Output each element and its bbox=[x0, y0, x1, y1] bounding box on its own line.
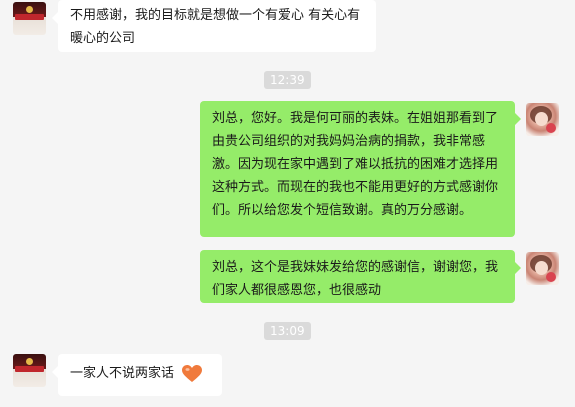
message-bubble-sent[interactable]: 刘总，您好。我是何可丽的表妹。在姐姐那看到了由贵公司组织的对我妈妈治病的捐款，我… bbox=[200, 101, 521, 237]
user-avatar[interactable] bbox=[526, 252, 559, 285]
message-bubble-sent[interactable]: 刘总，这个是我妹妹发给您的感谢信，谢谢您，我们家人都很感恩您，也很感动 bbox=[200, 250, 521, 303]
message-text: 刘总，这个是我妹妹发给您的感谢信，谢谢您，我们家人都很感恩您，也很感动 bbox=[212, 260, 499, 298]
avatar-flower bbox=[546, 123, 556, 133]
logo-banner bbox=[15, 366, 44, 372]
user-avatar[interactable] bbox=[526, 103, 559, 136]
message-bubble-received[interactable]: 不用感谢，我的目标就是想做一个有爱心 有关心有暖心的公司 bbox=[52, 0, 376, 52]
logo-icon bbox=[26, 6, 33, 13]
contact-avatar[interactable] bbox=[13, 354, 46, 387]
contact-avatar[interactable] bbox=[13, 2, 46, 35]
message-bubble-received[interactable]: 一家人不说两家话 bbox=[52, 354, 222, 396]
message-text: 刘总，您好。我是何可丽的表妹。在姐姐那看到了由贵公司组织的对我妈妈治病的捐款，我… bbox=[212, 111, 499, 218]
heart-emoji-icon bbox=[182, 364, 203, 383]
logo-icon bbox=[26, 358, 33, 365]
avatar-face bbox=[535, 112, 548, 126]
message-text: 不用感谢，我的目标就是想做一个有爱心 有关心有暖心的公司 bbox=[70, 8, 361, 46]
message-text: 一家人不说两家话 bbox=[70, 366, 175, 381]
timestamp: 12:39 bbox=[264, 71, 311, 89]
logo-banner bbox=[15, 14, 44, 20]
avatar-face bbox=[535, 261, 548, 275]
timestamp: 13:09 bbox=[264, 322, 311, 340]
avatar-flower bbox=[546, 272, 556, 282]
